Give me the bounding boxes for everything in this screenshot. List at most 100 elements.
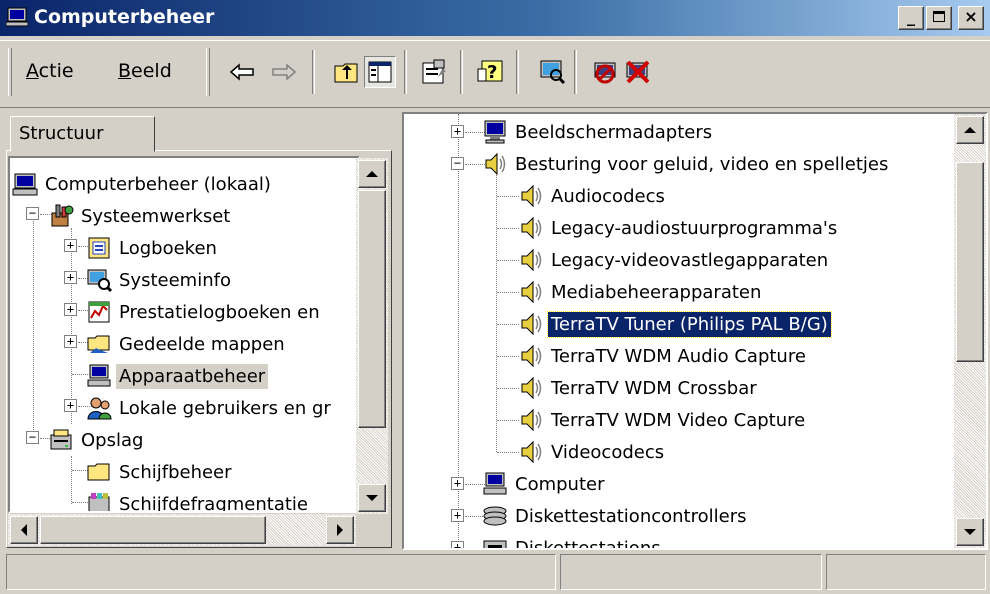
tree-item-apparaatbeheer[interactable]: Apparaatbeheer [86,360,269,392]
svg-text:?: ? [487,62,497,83]
arrow-up-icon [964,127,976,133]
right-vertical-thumb[interactable] [956,162,984,362]
show-tree-button[interactable] [364,56,396,88]
maximize-button[interactable] [926,6,952,30]
device-terratv-audio-capture[interactable]: TerraTV WDM Audio Capture [518,340,809,372]
device-manager-icon [87,364,111,387]
tree-item-computerbeheer[interactable]: Computerbeheer (lokaal) [12,168,274,200]
tree-item-logboeken[interactable]: Logboeken [86,232,220,264]
scroll-left-button[interactable] [10,516,38,544]
expand-toggle[interactable]: + [64,271,77,284]
collapse-toggle[interactable]: − [26,207,39,220]
expand-toggle[interactable]: + [451,509,464,522]
device-category-computer[interactable]: Computer [482,468,607,500]
storage-icon [50,429,72,450]
uninstall-device-icon [626,60,650,84]
tree-item-systeeminfo[interactable]: Systeeminfo [86,264,234,296]
scroll-up-button[interactable] [956,116,984,144]
device-mediabeheer[interactable]: Mediabeheerapparaten [518,276,764,308]
tree-item-schijfdefragmentatie[interactable]: Schijfdefragmentatie [86,488,311,511]
toolbar-separator [312,50,315,94]
defrag-icon [88,493,110,511]
device-legacy-video[interactable]: Legacy-videovastlegapparaten [518,244,831,276]
tree-item-gedeelde-mappen[interactable]: Gedeelde mappen [86,328,288,360]
tab-structuur[interactable]: Structuur [10,116,155,152]
scan-hardware-icon [540,60,566,85]
expand-toggle[interactable]: + [64,335,77,348]
help-button[interactable]: ? [474,56,506,88]
left-vertical-thumb[interactable] [358,190,386,428]
tree-item-schijfbeheer[interactable]: Schijfbeheer [86,456,235,488]
back-button[interactable] [226,56,258,88]
device-category-geluid-video[interactable]: Besturing voor geluid, video en spelletj… [482,148,891,180]
tree-item-systeemwerkset[interactable]: Systeemwerkset [48,200,233,232]
properties-icon [422,59,446,84]
scroll-down-button[interactable] [956,518,984,546]
status-pane-3 [826,554,986,590]
close-button[interactable]: × [958,6,984,30]
arrow-left-icon [21,524,27,536]
speaker-icon [521,280,542,304]
scroll-right-button[interactable] [326,516,354,544]
menu-beeld[interactable]: Beeld [118,60,172,82]
device-videocodecs[interactable]: Videocodecs [518,436,667,468]
device-category-beeldschermadapters[interactable]: Beeldschermadapters [482,116,715,148]
forward-arrow-icon [272,63,297,81]
expand-toggle[interactable]: + [64,399,77,412]
arrow-up-icon [366,171,378,177]
device-terratv-video-capture[interactable]: TerraTV WDM Video Capture [518,404,808,436]
device-category-diskettestations[interactable]: Diskettestations [482,532,664,548]
speaker-icon [521,344,542,368]
tree-line [497,196,519,197]
menu-beeld-label: eeld [131,60,172,82]
collapse-toggle[interactable]: − [26,431,39,444]
toolbox-icon [51,204,74,227]
scroll-up-button[interactable] [358,160,386,188]
tree-item-opslag[interactable]: Opslag [48,424,146,456]
device-terratv-crossbar[interactable]: TerraTV WDM Crossbar [518,372,760,404]
tree-item-label: Gedeelde mappen [119,333,285,355]
tree-line [496,162,497,452]
properties-button[interactable] [418,56,450,88]
expand-toggle[interactable]: + [64,239,77,252]
tree-item-label-selected: TerraTV Tuner (Philips PAL B/G) [547,310,832,338]
toolbar-grip-2[interactable] [206,48,210,96]
title-bar[interactable]: Computerbeheer _ × [0,0,990,36]
menu-actie[interactable]: Actie [26,60,74,82]
minimize-icon: _ [907,7,915,26]
device-category-diskettestationcontrollers[interactable]: Diskettestationcontrollers [482,500,749,532]
uninstall-device-button[interactable] [622,56,654,88]
tree-item-label: Audiocodecs [551,185,665,207]
tree-line [33,210,34,436]
collapse-toggle[interactable]: − [451,157,464,170]
toolbar-grip[interactable] [8,48,12,96]
left-tree: − + + + + + − Computerbeheer (lokaal) Sy… [8,156,360,513]
forward-button[interactable] [268,56,300,88]
tree-line [497,324,519,325]
tree-item-label: Schijfbeheer [119,461,232,483]
speaker-icon [521,184,542,208]
computer-icon [12,173,38,196]
left-horizontal-thumb[interactable] [40,516,266,544]
speaker-icon [521,248,542,272]
scan-hardware-button[interactable] [536,56,568,88]
disable-device-icon [594,62,616,84]
menu-actie-label: ctie [38,60,74,82]
system-info-icon [87,269,112,293]
expand-toggle[interactable]: + [451,477,464,490]
device-audiocodecs[interactable]: Audiocodecs [518,180,668,212]
expand-toggle[interactable]: + [451,125,464,138]
tree-item-prestatielogboeken[interactable]: Prestatielogboeken en [86,296,323,328]
tree-line [71,228,72,424]
expand-toggle[interactable]: + [451,541,464,548]
tree-item-lokale-gebruikers[interactable]: Lokale gebruikers en gr [86,392,334,424]
up-folder-button[interactable] [330,56,362,88]
disable-device-button[interactable] [590,56,622,88]
minimize-button[interactable]: _ [898,6,924,30]
device-terratv-tuner[interactable]: TerraTV Tuner (Philips PAL B/G) [518,308,832,340]
scroll-down-button[interactable] [358,484,386,512]
expand-toggle[interactable]: + [64,303,77,316]
tree-item-label: Computerbeheer (lokaal) [45,173,271,195]
tree-line [497,452,519,453]
device-legacy-audio[interactable]: Legacy-audiostuurprogramma's [518,212,840,244]
